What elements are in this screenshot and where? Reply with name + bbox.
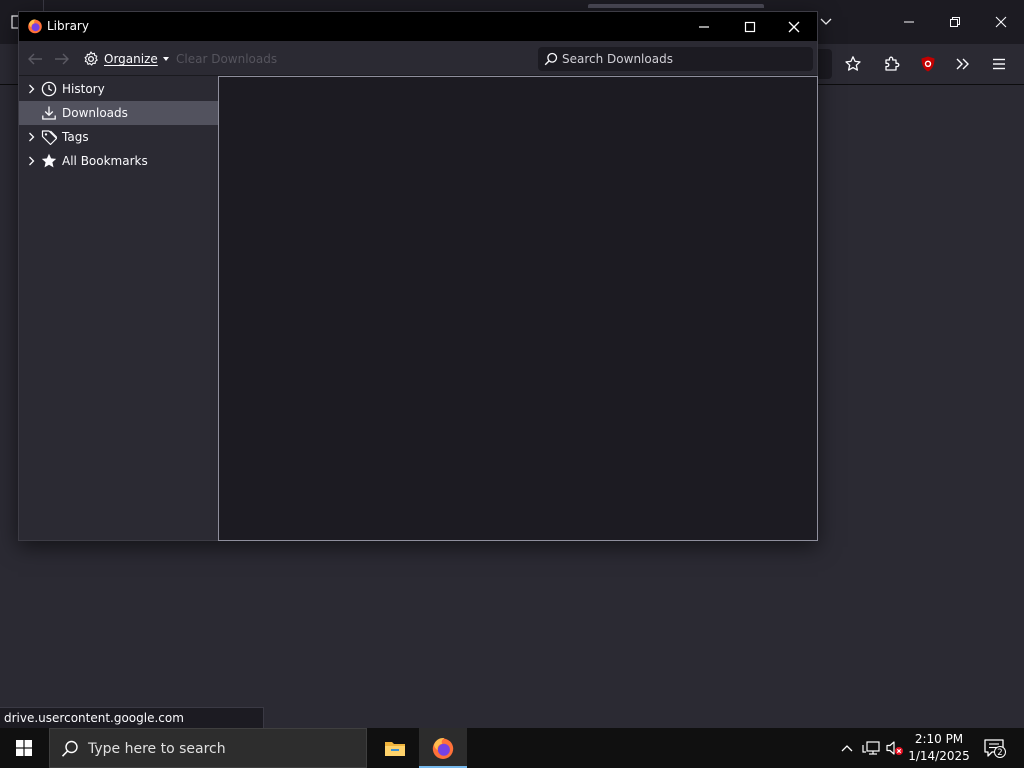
url-bar[interactable] [818, 49, 832, 79]
windows-logo-icon [16, 740, 32, 756]
more-tools-button[interactable] [947, 48, 979, 80]
app-menu-button[interactable] [983, 48, 1015, 80]
minimize-icon [699, 25, 709, 28]
hamburger-menu-icon [993, 58, 1005, 70]
arrow-right-icon [55, 53, 69, 65]
library-window: Library Organize Clear Downloads Search … [18, 11, 818, 541]
folder-icon [385, 742, 405, 756]
firefox-logo-icon [432, 738, 454, 759]
chevron-up-icon [841, 745, 853, 752]
clock-time: 2:10 PM [914, 732, 964, 746]
clock-icon [41, 81, 57, 97]
ublock-shield-icon [921, 56, 935, 72]
restore-icon [950, 17, 960, 27]
expand-chevron-icon[interactable] [25, 155, 37, 167]
sidebar-item-label: Downloads [62, 106, 128, 120]
notification-icon: 2 [984, 739, 1006, 758]
taskbar-search-box[interactable]: Type here to search [49, 728, 367, 768]
chevron-down-icon [820, 18, 832, 25]
action-center-button[interactable]: 2 [980, 728, 1010, 768]
minimize-icon [904, 21, 914, 23]
library-toolbar: Organize Clear Downloads [19, 41, 817, 76]
library-sidebar-tree: History Downloads Tags All Bookmarks [19, 76, 218, 540]
bookmark-star-button[interactable] [837, 48, 869, 80]
puzzle-icon [885, 56, 900, 71]
link-status-bar: drive.usercontent.google.com [0, 707, 264, 729]
volume-muted-button[interactable] [884, 728, 906, 768]
search-icon [61, 740, 78, 757]
dropdown-arrow-icon [162, 57, 169, 61]
close-icon [788, 21, 800, 32]
forward-button[interactable] [52, 49, 72, 69]
library-titlebar: Library [19, 12, 817, 41]
organize-menu-button[interactable]: Organize [83, 47, 169, 71]
browser-tab-edge [588, 4, 764, 8]
library-close-button[interactable] [771, 12, 817, 41]
taskbar-clock[interactable]: 2:10 PM 1/14/2025 [906, 731, 972, 765]
search-icon [544, 52, 558, 66]
firefox-logo-icon [28, 19, 42, 34]
maximize-icon [744, 21, 756, 32]
extensions-button[interactable] [876, 48, 908, 80]
library-window-title: Library [47, 19, 89, 33]
show-hidden-icons-button[interactable] [836, 728, 858, 768]
taskbar-search-placeholder: Type here to search [88, 741, 226, 757]
taskbar-firefox[interactable] [419, 728, 467, 768]
downloads-list[interactable] [218, 76, 818, 541]
browser-minimize-button[interactable] [886, 0, 932, 44]
speaker-muted-icon [886, 741, 903, 755]
star-icon [41, 153, 57, 169]
search-downloads-box[interactable] [538, 47, 813, 71]
network-icon [862, 741, 880, 755]
taskbar-file-explorer[interactable] [371, 728, 419, 768]
library-minimize-button[interactable] [681, 12, 727, 41]
organize-label: Organize [104, 52, 158, 66]
network-status-button[interactable] [860, 728, 882, 768]
browser-close-button[interactable] [978, 0, 1024, 44]
download-icon [41, 105, 57, 121]
library-maximize-button[interactable] [727, 12, 773, 41]
expand-chevron-icon[interactable] [25, 83, 37, 95]
sidebar-item-downloads[interactable]: Downloads [19, 101, 218, 125]
arrow-left-icon [28, 53, 42, 65]
start-button[interactable] [0, 728, 48, 768]
search-downloads-input[interactable] [562, 47, 807, 71]
close-icon [995, 16, 1007, 28]
double-chevron-right-icon [956, 58, 969, 70]
sidebar-item-label: Tags [62, 130, 89, 144]
expand-chevron-icon[interactable] [25, 131, 37, 143]
clear-downloads-button[interactable]: Clear Downloads [176, 52, 277, 66]
browser-restore-button[interactable] [932, 0, 978, 44]
sidebar-item-history[interactable]: History [19, 77, 218, 101]
sidebar-item-label: All Bookmarks [62, 154, 148, 168]
star-outline-icon [845, 56, 861, 71]
gear-icon [84, 51, 98, 66]
clock-date: 1/14/2025 [908, 749, 970, 763]
sidebar-item-all-bookmarks[interactable]: All Bookmarks [19, 149, 218, 173]
sidebar-item-tags[interactable]: Tags [19, 125, 218, 149]
ublock-origin-button[interactable] [912, 48, 944, 80]
back-button[interactable] [25, 49, 45, 69]
notification-count: 2 [997, 748, 1002, 758]
taskbar: Type here to search 2:10 PM 1/14/2025 2 [0, 728, 1024, 768]
sidebar-item-label: History [62, 82, 105, 96]
tag-icon [41, 129, 57, 145]
